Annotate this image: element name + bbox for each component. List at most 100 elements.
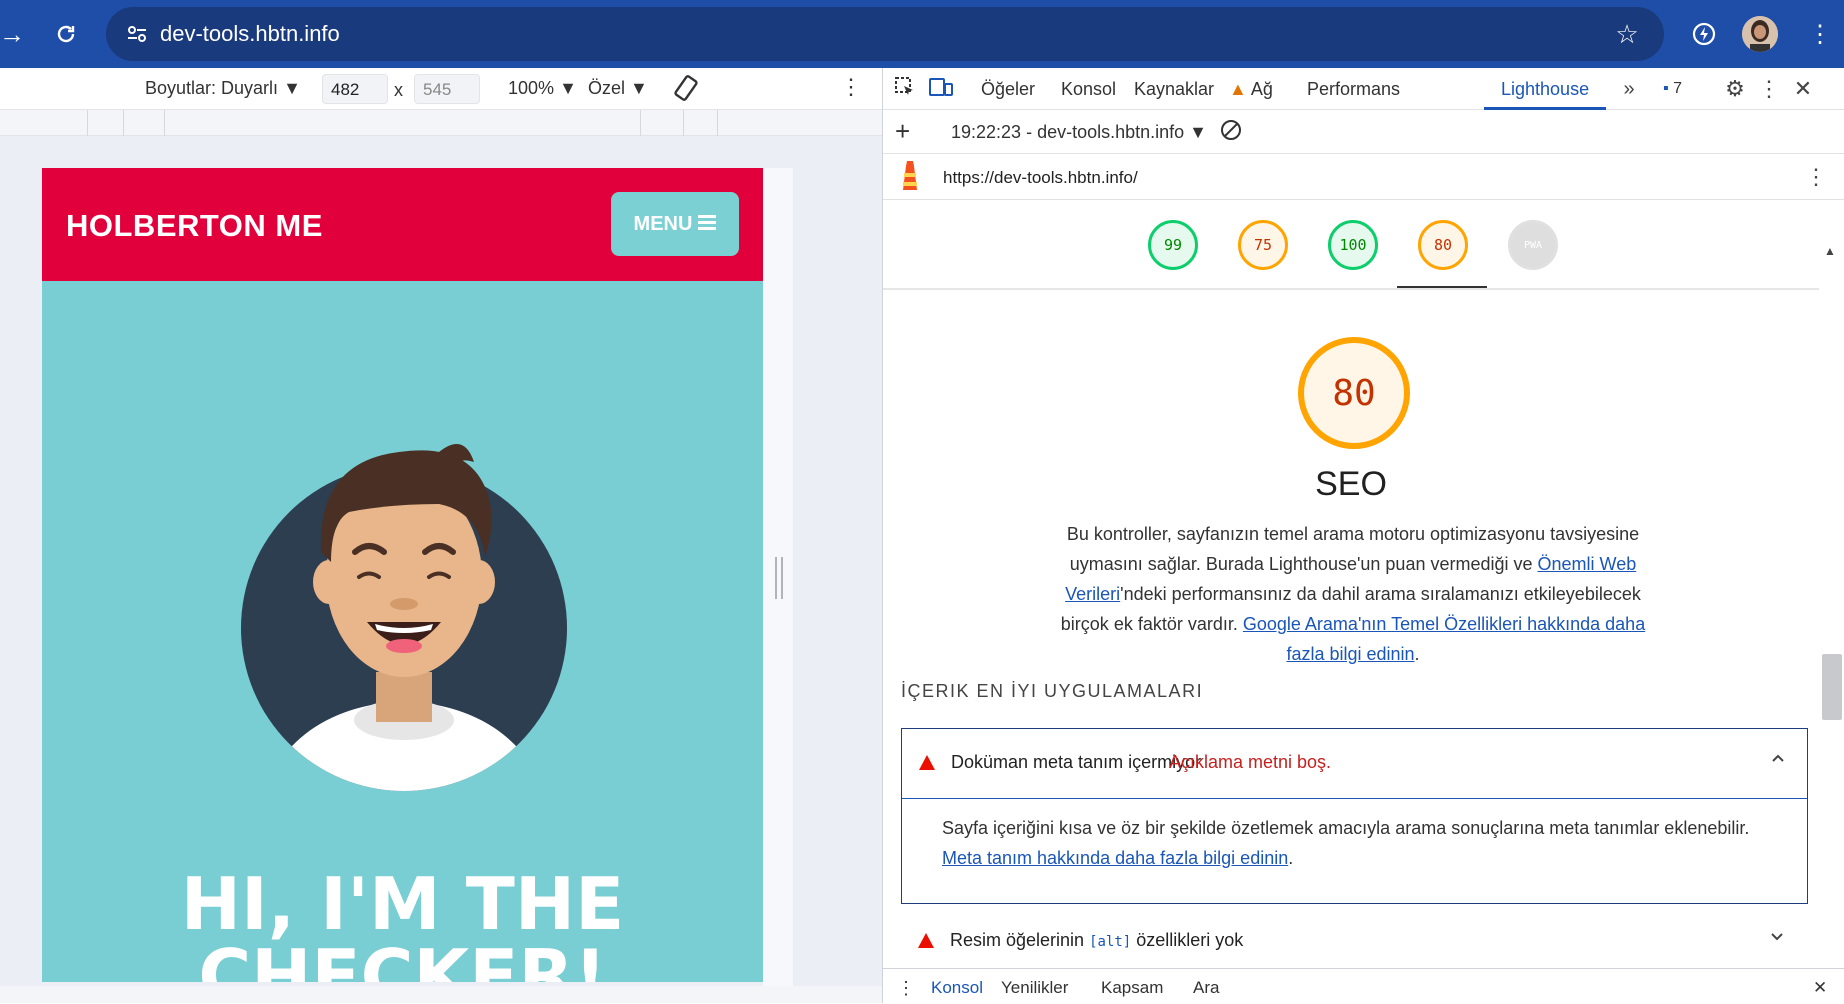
device-page: HOLBERTON ME MENU HI, I'M THE CHECKER! xyxy=(42,168,763,982)
resize-handle[interactable] xyxy=(775,557,783,599)
score-gauge-performance[interactable]: 99 xyxy=(1148,220,1198,270)
more-tabs-icon[interactable]: » xyxy=(1615,76,1643,102)
category-title: SEO xyxy=(1315,465,1387,503)
dimensions-dropdown[interactable]: Boyutlar: Duyarlı ▼ xyxy=(145,78,301,99)
warning-icon: ▲ xyxy=(1229,79,1247,99)
report-menu-icon[interactable]: ⋮ xyxy=(1805,164,1827,190)
category-description: Bu kontroller, sayfanızın temel arama mo… xyxy=(1053,519,1653,669)
scroll-up-icon[interactable]: ▲ xyxy=(1824,244,1836,258)
avatar-illustration xyxy=(241,444,567,791)
description-end: . xyxy=(1414,644,1420,664)
tab-lighthouse[interactable]: Lighthouse xyxy=(1501,79,1589,100)
browser-toolbar: → dev-tools.hbtn.info ☆ ⋮ xyxy=(0,0,1844,68)
forward-icon[interactable]: → xyxy=(0,14,32,54)
caret-down-icon: ▼ xyxy=(630,78,648,98)
audit-title: Doküman meta tanım içermiyor xyxy=(951,752,1202,772)
caret-down-icon: ▼ xyxy=(1189,122,1207,142)
reload-icon[interactable] xyxy=(46,14,86,54)
audit-group-title: İÇERIK EN İYI UYGULAMALARI xyxy=(901,681,1204,701)
lighthouse-logo-icon xyxy=(897,160,923,199)
tab-elements[interactable]: Öğeler xyxy=(981,79,1035,100)
clear-reports-icon[interactable] xyxy=(1219,118,1243,147)
hamburger-icon xyxy=(698,213,717,236)
report-selector-label: 19:22:23 - dev-tools.hbtn.info xyxy=(951,122,1185,142)
chevron-up-icon[interactable] xyxy=(1770,749,1786,772)
lighthouse-url-bar: https://dev-tools.hbtn.info/ ⋮ xyxy=(883,154,1844,200)
dimensions-label: Boyutlar: Duyarlı xyxy=(145,78,279,98)
inspect-element-icon[interactable] xyxy=(891,76,919,102)
device-toggle-icon[interactable] xyxy=(927,76,955,102)
score-gauges-row: 99 75 100 80 PWA xyxy=(883,200,1819,290)
performance-icon[interactable] xyxy=(1684,14,1724,54)
tab-console[interactable]: Konsol xyxy=(1061,79,1116,100)
tab-network[interactable]: ▲ Ağ xyxy=(1229,79,1273,100)
hero-line-2: CHECKER! xyxy=(198,934,607,982)
scrollbar-thumb[interactable] xyxy=(1822,654,1842,720)
selected-gauge-indicator xyxy=(1397,286,1487,288)
drawer-tab-console[interactable]: Konsol xyxy=(931,978,983,998)
audit-display-value: Açıklama metni boş. xyxy=(1169,752,1332,772)
report-url[interactable]: https://dev-tools.hbtn.info/ xyxy=(943,168,1138,188)
address-bar[interactable]: dev-tools.hbtn.info ☆ xyxy=(106,7,1664,61)
height-input[interactable]: 545 xyxy=(414,74,480,104)
browser-menu-icon[interactable]: ⋮ xyxy=(1800,14,1840,54)
site-settings-icon[interactable] xyxy=(118,15,156,53)
caret-down-icon: ▼ xyxy=(283,78,301,98)
zoom-dropdown[interactable]: 100% ▼ xyxy=(508,78,577,99)
rotate-icon[interactable] xyxy=(672,74,700,109)
google-search-essentials-link[interactable]: Google Arama'nın Temel Özellikleri hakkı… xyxy=(1243,614,1645,664)
hero-line-1: HI, I'M THE xyxy=(180,862,625,946)
audit-title-part-2: özellikleri yok xyxy=(1131,930,1244,950)
audit-description-end: . xyxy=(1288,848,1294,868)
score-gauge-pwa[interactable]: PWA xyxy=(1508,220,1558,270)
meta-description-learn-more-link[interactable]: Meta tanım hakkında daha fazla bilgi edi… xyxy=(942,848,1288,868)
tab-sources[interactable]: Kaynaklar xyxy=(1134,79,1214,100)
site-header: HOLBERTON ME MENU xyxy=(42,168,763,281)
throttle-label: Özel xyxy=(588,78,626,98)
drawer-tab-coverage[interactable]: Kapsam xyxy=(1101,978,1163,998)
device-bottom-strip xyxy=(0,986,882,1003)
device-toolbar: Boyutlar: Duyarlı ▼ 482 x 545 100% ▼ Öze… xyxy=(0,68,882,110)
score-gauge-accessibility[interactable]: 75 xyxy=(1238,220,1288,270)
score-gauge-seo[interactable]: 80 xyxy=(1418,220,1468,270)
fail-triangle-icon xyxy=(918,933,934,948)
report-selector[interactable]: 19:22:23 - dev-tools.hbtn.info ▼ xyxy=(951,122,1207,143)
settings-gear-icon[interactable]: ⚙ xyxy=(1721,76,1749,102)
audit-description-text: Sayfa içeriğini kısa ve öz bir şekilde ö… xyxy=(942,818,1750,838)
profile-avatar[interactable] xyxy=(1742,16,1778,52)
issues-counter[interactable]: ▪ 7 xyxy=(1663,80,1682,98)
menu-label: MENU xyxy=(633,212,693,235)
report-scrollbar[interactable]: ▲ ▼ xyxy=(1819,200,1844,1004)
close-devtools-icon[interactable]: ✕ xyxy=(1789,76,1817,102)
caret-down-icon: ▼ xyxy=(559,78,577,98)
issues-count: 7 xyxy=(1673,80,1683,97)
devtools-tabbar: Öğeler Konsol Kaynaklar ▲ Ağ Performans … xyxy=(883,68,1844,110)
audit-image-alt[interactable]: Resim öğelerinin [alt] özellikleri yok xyxy=(901,912,1808,968)
drawer-tab-whats-new[interactable]: Yenilikler xyxy=(1001,978,1068,998)
drawer-tab-search[interactable]: Ara xyxy=(1193,978,1219,998)
devtools-menu-icon[interactable]: ⋮ xyxy=(1755,76,1783,102)
audit-title-code: [alt] xyxy=(1089,934,1132,950)
menu-button[interactable]: MENU xyxy=(611,192,739,256)
drawer-menu-icon[interactable]: ⋮ xyxy=(897,978,915,999)
hero-title: HI, I'M THE CHECKER! xyxy=(42,868,763,982)
audit-title: Resim öğelerinin [alt] özellikleri yok xyxy=(950,930,1243,951)
device-more-icon[interactable]: ⋮ xyxy=(840,74,862,100)
bookmark-star-icon[interactable]: ☆ xyxy=(1608,15,1646,53)
site-brand[interactable]: HOLBERTON ME xyxy=(66,208,323,244)
audit-meta-description: Doküman meta tanım içermiyor Açıklama me… xyxy=(901,728,1808,904)
devtools-drawer: ⋮ Konsol Yenilikler Kapsam Ara ✕ xyxy=(883,968,1844,1003)
lighthouse-report-content: 80 SEO Bu kontroller, sayfanızın temel a… xyxy=(883,292,1819,968)
width-input[interactable]: 482 xyxy=(322,74,388,104)
score-gauge-best-practices[interactable]: 100 xyxy=(1328,220,1378,270)
tab-performance[interactable]: Performans xyxy=(1307,79,1400,100)
lighthouse-toolbar: + 19:22:23 - dev-tools.hbtn.info ▼ xyxy=(883,110,1844,154)
tab-network-label: Ağ xyxy=(1250,79,1273,99)
audit-header[interactable]: Doküman meta tanım içermiyor Açıklama me… xyxy=(902,729,1807,799)
fail-triangle-icon xyxy=(919,755,935,770)
throttle-dropdown[interactable]: Özel ▼ xyxy=(588,78,648,99)
new-report-icon[interactable]: + xyxy=(895,116,910,147)
close-drawer-icon[interactable]: ✕ xyxy=(1813,978,1827,998)
chevron-down-icon[interactable] xyxy=(1769,928,1785,951)
address-url: dev-tools.hbtn.info xyxy=(160,21,340,46)
